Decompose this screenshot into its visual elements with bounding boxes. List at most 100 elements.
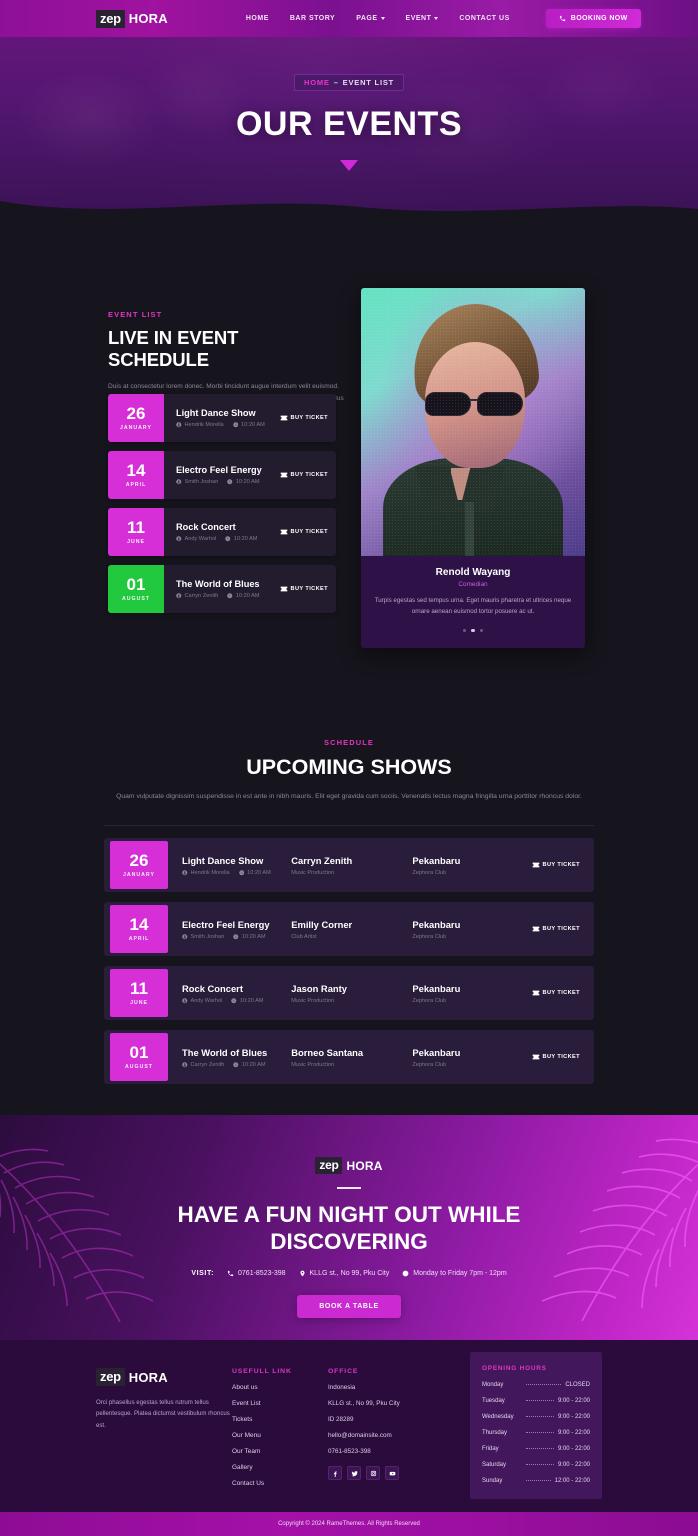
cta-phone[interactable]: 0761-8523-398	[227, 1270, 286, 1277]
clock-icon	[402, 1270, 409, 1277]
buy-ticket-button[interactable]: BUY TICKET	[280, 415, 328, 421]
location-pin-icon	[299, 1270, 305, 1277]
buy-ticket-button[interactable]: BUY TICKET	[280, 472, 328, 478]
opening-hours-row: Saturday 9:00 - 22:00	[482, 1462, 590, 1468]
show-day: 14	[129, 915, 149, 935]
show-person-role: Music Production	[291, 1061, 335, 1068]
breadcrumb: HOME – EVENT LIST	[293, 73, 405, 91]
footer-logo-name: HORA	[128, 1369, 168, 1385]
show-person-role: Music Production	[291, 997, 335, 1004]
social-link-instagram[interactable]	[366, 1466, 380, 1480]
booking-now-button[interactable]: BOOKING NOW	[545, 9, 641, 28]
buy-ticket-label: BUY TICKET	[290, 472, 328, 478]
footer-office-line: KLLG st., No 99, Pku City	[328, 1400, 400, 1407]
table-row[interactable]: 11 JUNE Rock Concert Andy Warhol 10:20 A…	[104, 966, 594, 1021]
nav-item-contact-us[interactable]: CONTACT US	[459, 15, 509, 22]
cta-phone-value: 0761-8523-398	[238, 1269, 286, 1277]
footer-link[interactable]: Gallery	[232, 1464, 328, 1471]
event-card[interactable]: 14 APRIL Electro Feel Energy Smith Josha…	[108, 451, 336, 499]
carousel-dot[interactable]	[462, 628, 467, 633]
show-time: 10:20 AM	[233, 934, 266, 940]
opening-hours-heading: OPENING HOURS	[482, 1365, 547, 1372]
user-icon	[182, 870, 188, 876]
scroll-down-arrow-icon[interactable]	[340, 159, 358, 171]
show-time: 10:20 AM	[233, 1062, 266, 1068]
show-host: Smith Joshan	[182, 934, 224, 940]
footer-links-column: USEFULL LINK About us Event List Tickets Ou…	[232, 1368, 328, 1487]
buy-ticket-button[interactable]: BUY TICKET	[532, 1054, 580, 1060]
cta-divider	[337, 1187, 361, 1189]
book-a-table-button[interactable]: BOOK A TABLE	[297, 1294, 401, 1318]
buy-ticket-button[interactable]: BUY TICKET	[532, 990, 580, 996]
nav-item-page[interactable]: PAGE	[356, 15, 385, 22]
breadcrumb-current: EVENT LIST	[342, 77, 395, 87]
event-host: Hendrik Morella	[176, 422, 224, 428]
show-day: 11	[130, 979, 148, 999]
footer-link[interactable]: About us	[232, 1384, 328, 1391]
footer-logo[interactable]: zep HORA	[96, 1368, 232, 1386]
artist-description: Turpis egestas sed tempus urna. Eget mau…	[374, 597, 572, 615]
main-nav: HOME BAR STORY PAGE EVENT CONTACT US	[246, 15, 510, 22]
table-row[interactable]: 01 AUGUST The World of Blues Carryn Zeni…	[104, 1030, 594, 1085]
buy-ticket-button[interactable]: BUY TICKET	[280, 529, 328, 535]
buy-ticket-button[interactable]: BUY TICKET	[532, 926, 580, 932]
breadcrumb-home-link[interactable]: HOME	[304, 78, 330, 87]
footer-link[interactable]: Our Team	[232, 1448, 328, 1455]
event-name: Rock Concert	[176, 522, 236, 532]
cta-logo-name: HORA	[346, 1158, 383, 1173]
events-title: LIVE IN EVENT SCHEDULE	[108, 327, 239, 370]
footer-link[interactable]: Our Menu	[232, 1432, 328, 1439]
buy-ticket-label: BUY TICKET	[542, 1054, 580, 1061]
buy-ticket-button[interactable]: BUY TICKET	[280, 586, 328, 592]
event-card[interactable]: 01 AUGUST The World of Blues Carryn Zeni…	[108, 565, 336, 613]
show-place: Pekanbaru	[412, 982, 461, 994]
dotted-leader	[526, 1415, 554, 1417]
nav-item-bar-story[interactable]: BAR STORY	[290, 15, 335, 22]
event-card[interactable]: 26 JANUARY Light Dance Show Hendrik More…	[108, 394, 336, 442]
cta-address-value: KLLG st., No 99, Pku City	[309, 1269, 390, 1277]
page-title: OUR EVENTS	[235, 104, 463, 143]
table-row[interactable]: 26 JANUARY Light Dance Show Hendrik More…	[104, 838, 594, 893]
copyright-text: Copyright © 2024 RameThemes. All Rights …	[278, 1521, 420, 1527]
site-logo[interactable]: zep HORA	[96, 9, 168, 28]
show-venue: Zephora Club	[412, 1061, 447, 1068]
event-day: 14	[126, 461, 146, 480]
ticket-icon	[532, 990, 539, 996]
event-day: 01	[126, 575, 146, 594]
nav-item-event[interactable]: EVENT	[406, 15, 439, 22]
show-time: 10:20 AM	[231, 998, 263, 1004]
buy-ticket-button[interactable]: BUY TICKET	[532, 862, 580, 868]
show-day: 26	[129, 851, 149, 871]
footer-link[interactable]: Contact Us	[232, 1480, 328, 1487]
opening-hours-value: 12:00 - 22:00	[554, 1478, 590, 1484]
social-link-twitter[interactable]	[347, 1466, 361, 1480]
event-name: Light Dance Show	[176, 408, 256, 418]
opening-hours-row: Monday CLOSED	[482, 1382, 590, 1388]
event-name: Electro Feel Energy	[176, 465, 262, 475]
show-person: Emilly Corner	[291, 918, 353, 930]
event-card[interactable]: 11 JUNE Rock Concert Andy Warhol 10:20 A…	[108, 508, 336, 556]
user-icon	[176, 479, 182, 485]
footer-brand-column: zep HORA Orci phasellus egestas tellus r…	[96, 1368, 232, 1487]
footer-logo-mark: zep	[96, 1368, 125, 1386]
carousel-dot[interactable]	[471, 628, 475, 633]
event-host: Carryn Zenith	[176, 593, 218, 599]
twitter-icon	[351, 1470, 358, 1476]
footer-link[interactable]: Tickets	[232, 1416, 328, 1423]
show-place: Pekanbaru	[412, 854, 461, 866]
event-time: 10:20 AM	[225, 536, 257, 542]
footer-description: Orci phasellus egestas tellus rutrum tel…	[96, 1399, 230, 1429]
social-link-facebook[interactable]	[328, 1466, 342, 1480]
event-date-badge: 14 APRIL	[108, 451, 164, 499]
site-footer: zep HORA Orci phasellus egestas tellus r…	[0, 1340, 698, 1512]
footer-link[interactable]: Event List	[232, 1400, 328, 1407]
ticket-icon	[532, 926, 539, 932]
buy-ticket-label: BUY TICKET	[290, 529, 328, 535]
social-link-youtube[interactable]	[385, 1466, 399, 1480]
carousel-dot[interactable]	[479, 628, 484, 633]
opening-hours-value: CLOSED	[565, 1382, 590, 1388]
dotted-leader	[526, 1383, 562, 1385]
footer-office-line: ID 28289	[328, 1416, 354, 1423]
table-row[interactable]: 14 APRIL Electro Feel Energy Smith Josha…	[104, 902, 594, 957]
nav-item-home[interactable]: HOME	[246, 15, 269, 22]
